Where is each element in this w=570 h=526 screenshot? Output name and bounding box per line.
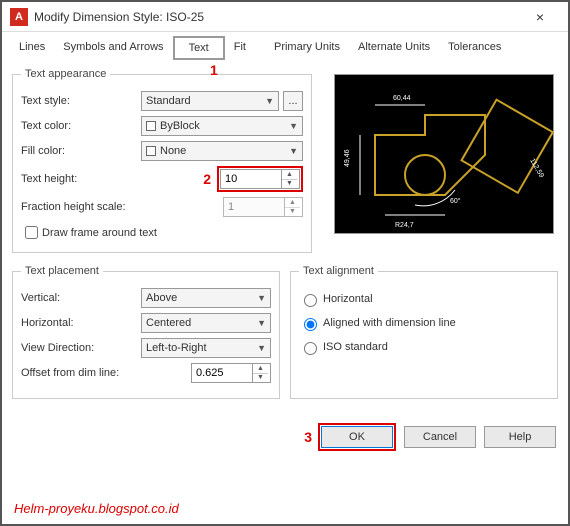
svg-text:R24,7: R24,7 — [395, 222, 414, 229]
combo-horizontal-value: Centered — [146, 317, 191, 329]
spinner-up-icon[interactable]: ▲ — [282, 170, 297, 180]
chevron-down-icon: ▼ — [289, 146, 298, 156]
group-text-placement: Text placement Vertical: Above ▼ Horizon… — [12, 265, 280, 399]
combo-horizontal[interactable]: Centered ▼ — [141, 313, 271, 333]
svg-text:49,46: 49,46 — [344, 149, 351, 167]
label-radio-horizontal: Horizontal — [323, 293, 373, 305]
input-fraction-scale — [224, 198, 284, 216]
svg-text:112,59: 112,59 — [528, 158, 545, 180]
combo-fill-color-value: None — [146, 145, 186, 157]
label-offset: Offset from dim line: — [21, 367, 161, 379]
spinner-down-icon[interactable]: ▼ — [282, 180, 297, 189]
spinner-down-icon: ▼ — [285, 208, 300, 217]
annotation-2: 2 — [203, 171, 211, 187]
combo-text-style[interactable]: Standard ▼ — [141, 91, 279, 111]
combo-view-direction[interactable]: Left-to-Right ▼ — [141, 338, 271, 358]
titlebar: A Modify Dimension Style: ISO-25 × — [2, 2, 568, 32]
combo-text-color-value: ByBlock — [146, 120, 200, 132]
label-horizontal: Horizontal: — [21, 317, 141, 329]
legend-appearance: Text appearance — [21, 68, 110, 80]
ok-button[interactable]: OK — [321, 426, 393, 448]
spinner-text-height[interactable]: ▲▼ — [220, 169, 300, 189]
combo-vertical[interactable]: Above ▼ — [141, 288, 271, 308]
radio-horizontal[interactable] — [304, 294, 317, 307]
tab-fit[interactable]: Fit — [225, 36, 255, 60]
label-radio-aligned: Aligned with dimension line — [323, 317, 456, 329]
legend-alignment: Text alignment — [299, 265, 378, 277]
tab-strip: Lines Symbols and Arrows Text Fit Primar… — [2, 32, 568, 60]
label-text-height: Text height: — [21, 173, 141, 185]
tab-alternate-units[interactable]: Alternate Units — [349, 36, 439, 60]
cancel-button[interactable]: Cancel — [404, 426, 476, 448]
spinner-down-icon[interactable]: ▼ — [253, 374, 268, 383]
help-button[interactable]: Help — [484, 426, 556, 448]
combo-viewdir-value: Left-to-Right — [146, 342, 207, 354]
chevron-down-icon: ▼ — [265, 96, 274, 106]
radio-aligned[interactable] — [304, 318, 317, 331]
group-text-appearance: Text appearance Text style: Standard ▼ .… — [12, 68, 312, 253]
label-draw-frame: Draw frame around text — [42, 227, 157, 239]
input-text-height[interactable] — [221, 170, 281, 188]
preview-pane: 60,44 49,46 112,59 60° R24,7 — [334, 74, 554, 234]
label-text-style: Text style: — [21, 95, 141, 107]
tab-symbols[interactable]: Symbols and Arrows — [54, 36, 172, 60]
button-bar: 3 OK Cancel Help — [2, 417, 568, 457]
legend-placement: Text placement — [21, 265, 103, 277]
combo-fill-color[interactable]: None ▼ — [141, 141, 303, 161]
chevron-down-icon: ▼ — [257, 293, 266, 303]
svg-text:60°: 60° — [450, 197, 461, 205]
svg-text:60,44: 60,44 — [393, 95, 411, 102]
annotation-1: 1 — [210, 62, 218, 78]
label-fraction-scale: Fraction height scale: — [21, 201, 171, 213]
watermark: Helm-proyeku.blogspot.co.id — [14, 501, 179, 516]
spinner-fraction-scale: ▲▼ — [223, 197, 303, 217]
annotation-3: 3 — [304, 429, 312, 445]
window-title: Modify Dimension Style: ISO-25 — [34, 10, 520, 24]
close-button[interactable]: × — [520, 3, 560, 31]
spinner-up-icon[interactable]: ▲ — [253, 364, 268, 374]
chevron-down-icon: ▼ — [289, 121, 298, 131]
browse-text-style-button[interactable]: ... — [283, 91, 303, 111]
combo-vertical-value: Above — [146, 292, 177, 304]
checkbox-draw-frame[interactable] — [25, 226, 38, 239]
combo-text-color[interactable]: ByBlock ▼ — [141, 116, 303, 136]
label-vertical: Vertical: — [21, 292, 141, 304]
tab-lines[interactable]: Lines — [10, 36, 54, 60]
tab-tolerances[interactable]: Tolerances — [439, 36, 510, 60]
chevron-down-icon: ▼ — [257, 343, 266, 353]
combo-text-style-value: Standard — [146, 95, 191, 107]
radio-iso[interactable] — [304, 342, 317, 355]
chevron-down-icon: ▼ — [257, 318, 266, 328]
label-text-color: Text color: — [21, 120, 141, 132]
label-view-direction: View Direction: — [21, 342, 141, 354]
group-text-alignment: Text alignment Horizontal Aligned with d… — [290, 265, 558, 399]
app-icon: A — [10, 8, 28, 26]
label-radio-iso: ISO standard — [323, 341, 388, 353]
spinner-offset[interactable]: ▲▼ — [191, 363, 271, 383]
tab-text[interactable]: Text — [173, 36, 225, 60]
tab-primary-units[interactable]: Primary Units — [265, 36, 349, 60]
label-fill-color: Fill color: — [21, 145, 141, 157]
input-offset[interactable] — [192, 364, 252, 382]
spinner-up-icon: ▲ — [285, 198, 300, 208]
